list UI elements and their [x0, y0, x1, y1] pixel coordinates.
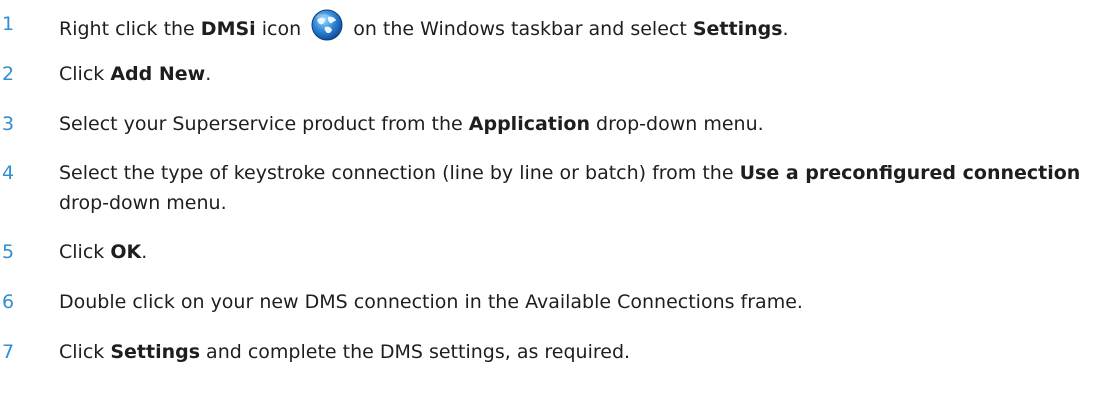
- dmsi-globe-icon: [311, 9, 343, 41]
- step-text-part: Select your Superservice product from th…: [59, 113, 469, 135]
- step-number: 1: [2, 13, 15, 35]
- step-7: 7 Click Settings and complete the DMS se…: [0, 337, 1110, 367]
- step-text: Select your Superservice product from th…: [32, 109, 1110, 139]
- step-text-bold: Settings: [692, 18, 783, 40]
- step-text: Click Add New.: [32, 59, 1110, 89]
- step-6: 6 Double click on your new DMS connectio…: [0, 287, 1110, 317]
- step-text-part: Click: [59, 63, 111, 85]
- step-text: Right click the DMSi icon on the Windows…: [32, 9, 1110, 44]
- step-text: Click Settings and complete the DMS sett…: [32, 337, 1110, 367]
- step-text-part: Double click on your new DMS connection …: [59, 291, 803, 313]
- step-text-part: drop-down menu.: [59, 192, 227, 214]
- step-3: 3 Select your Superservice product from …: [0, 109, 1110, 139]
- step-text-part: icon: [255, 18, 308, 40]
- step-text-part: .: [205, 63, 212, 85]
- step-text-part: .: [141, 241, 148, 263]
- step-text: Double click on your new DMS connection …: [32, 287, 1110, 317]
- step-text-bold: OK: [110, 241, 142, 263]
- step-text-part: on the Windows taskbar and select: [347, 18, 693, 40]
- step-number: 5: [2, 241, 15, 263]
- step-text-bold: Settings: [110, 341, 201, 363]
- step-4: 4 Select the type of keystroke connectio…: [0, 158, 1110, 218]
- step-text-bold: Application: [468, 113, 590, 135]
- step-text-bold: DMSi: [200, 18, 256, 40]
- step-number: 2: [2, 63, 15, 85]
- step-text-bold: Use a preconfigured connection: [739, 162, 1081, 184]
- step-text-part: Right click the: [59, 18, 201, 40]
- step-text-part: drop-down menu.: [589, 113, 764, 135]
- step-5: 5 Click OK.: [0, 237, 1110, 267]
- step-text-part: Select the type of keystroke connection …: [59, 162, 740, 184]
- step-number: 4: [2, 162, 15, 184]
- step-text: Select the type of keystroke connection …: [32, 158, 1110, 218]
- step-text-part: Click: [59, 341, 111, 363]
- step-number: 3: [2, 113, 15, 135]
- step-text: Click OK.: [32, 237, 1110, 267]
- step-text-bold: Add New: [110, 63, 206, 85]
- step-text-part: .: [782, 18, 789, 40]
- step-2: 2 Click Add New.: [0, 59, 1110, 89]
- step-text-part: Click: [59, 241, 111, 263]
- step-number: 6: [2, 291, 15, 313]
- step-number: 7: [2, 341, 15, 363]
- step-1: 1 Right click the DMSi icon on the Windo…: [0, 9, 1110, 44]
- instruction-steps: 1 Right click the DMSi icon on the Windo…: [0, 0, 1110, 405]
- step-text-part: and complete the DMS settings, as requir…: [200, 341, 631, 363]
